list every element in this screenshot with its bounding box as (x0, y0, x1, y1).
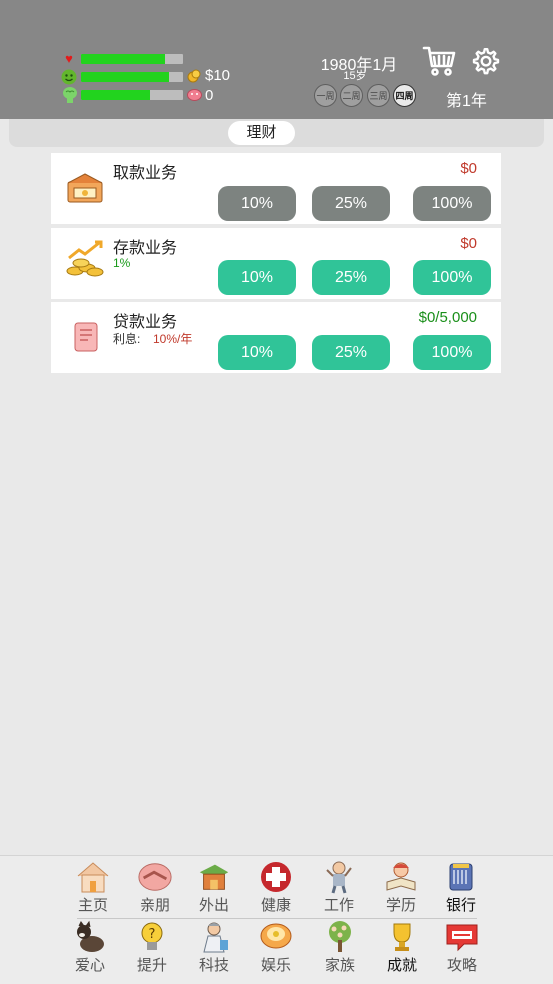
nav-tech-label: 科技 (198, 957, 229, 974)
nav-achievements-label: 成就 (386, 957, 417, 974)
gear-icon[interactable] (471, 46, 501, 76)
trophy-icon (384, 920, 420, 954)
withdraw-10-button[interactable]: 10% (218, 186, 296, 221)
withdraw-100-button[interactable]: 100% (413, 186, 491, 221)
smarts-bar-fill (81, 90, 151, 100)
cart-icon[interactable] (422, 44, 456, 78)
loan-title: 贷款业务 (113, 314, 178, 331)
nav-friends[interactable]: 亲朋 (129, 860, 181, 915)
nav-achievements[interactable]: 成就 (376, 920, 428, 975)
loan-note-icon (72, 320, 100, 354)
house-money-icon (65, 172, 105, 206)
loan-25-button[interactable]: 25% (312, 335, 390, 370)
nav-health[interactable]: 健康 (250, 860, 302, 915)
nav-friends-label: 亲朋 (139, 897, 170, 914)
nav-improve[interactable]: ? 提升 (126, 920, 178, 975)
family-tree-icon (322, 920, 358, 954)
nav-entertainment[interactable]: 娱乐 (250, 920, 302, 975)
brain-icon (62, 87, 78, 103)
nav-divider (77, 918, 477, 919)
debt-value: 0 (205, 87, 214, 104)
loan-10-button[interactable]: 10% (218, 335, 296, 370)
nav-education[interactable]: 学历 (375, 860, 427, 915)
nav-charity-label: 爱心 (74, 957, 105, 974)
deposit-rate: 1% (113, 256, 131, 270)
mood-bar (81, 72, 183, 82)
lightbulb-icon: ? (134, 920, 170, 954)
nav-travel[interactable]: 外出 (188, 860, 240, 915)
tips-icon (444, 920, 480, 954)
nav-home[interactable]: 主页 (67, 860, 119, 915)
coin-icon (187, 69, 201, 83)
week-1: 一周 (314, 84, 337, 107)
travel-icon (196, 860, 232, 894)
year-label: 第1年 (446, 93, 487, 110)
deposit-amount: $0 (460, 235, 477, 252)
nav-tech[interactable]: 科技 (188, 920, 240, 975)
nav-education-label: 学历 (385, 897, 416, 914)
handshake-icon (137, 860, 173, 894)
bank-icon (443, 860, 479, 894)
week-4: 四周 (393, 84, 416, 107)
loan-interest-label: 利息: (113, 332, 141, 346)
nav-work-label: 工作 (323, 897, 354, 914)
mood-bar-fill (81, 72, 169, 82)
age-label: 15岁 (343, 70, 367, 82)
withdraw-amount: $0 (460, 160, 477, 177)
nav-family-label: 家族 (324, 957, 355, 974)
loan-amount: $0/5,000 (418, 309, 477, 326)
nav-improve-label: 提升 (136, 957, 167, 974)
deposit-100-button[interactable]: 100% (413, 260, 491, 295)
nav-bank[interactable]: 银行 (435, 860, 487, 915)
withdraw-title: 取款业务 (113, 165, 178, 182)
dog-icon (72, 920, 108, 954)
nav-home-label: 主页 (77, 897, 108, 914)
deposit-title: 存款业务 (113, 240, 178, 257)
nav-family[interactable]: 家族 (314, 920, 366, 975)
loan-100-button[interactable]: 100% (413, 335, 491, 370)
nav-travel-label: 外出 (198, 897, 229, 914)
nav-guide-label: 攻略 (446, 957, 477, 974)
medical-cross-icon (258, 860, 294, 894)
nav-work[interactable]: 工作 (313, 860, 365, 915)
health-bar (81, 54, 183, 64)
entertainment-icon (258, 920, 294, 954)
worker-icon (321, 860, 357, 894)
health-bar-fill (81, 54, 165, 64)
study-icon (383, 860, 419, 894)
smiley-icon (61, 69, 77, 85)
scientist-icon (196, 920, 232, 954)
loan-interest-rate: 10%/年 (153, 332, 193, 346)
nav-bank-label: 银行 (445, 897, 476, 914)
nav-guide[interactable]: 攻略 (436, 920, 488, 975)
smarts-bar (81, 90, 183, 100)
home-icon (75, 860, 111, 894)
tab-finance[interactable]: 理财 (228, 121, 295, 145)
withdraw-25-button[interactable]: 25% (312, 186, 390, 221)
cash-value: $10 (205, 67, 231, 84)
nav-charity[interactable]: 爱心 (64, 920, 116, 975)
heart-icon: ♥ (65, 51, 73, 66)
svg-text:?: ? (149, 927, 156, 942)
coins-growth-icon (65, 240, 105, 278)
pig-icon (187, 88, 202, 101)
week-3: 三周 (367, 84, 390, 107)
nav-health-label: 健康 (260, 897, 291, 914)
week-2: 二周 (340, 84, 363, 107)
deposit-10-button[interactable]: 10% (218, 260, 296, 295)
deposit-25-button[interactable]: 25% (312, 260, 390, 295)
nav-entertainment-label: 娱乐 (260, 957, 291, 974)
